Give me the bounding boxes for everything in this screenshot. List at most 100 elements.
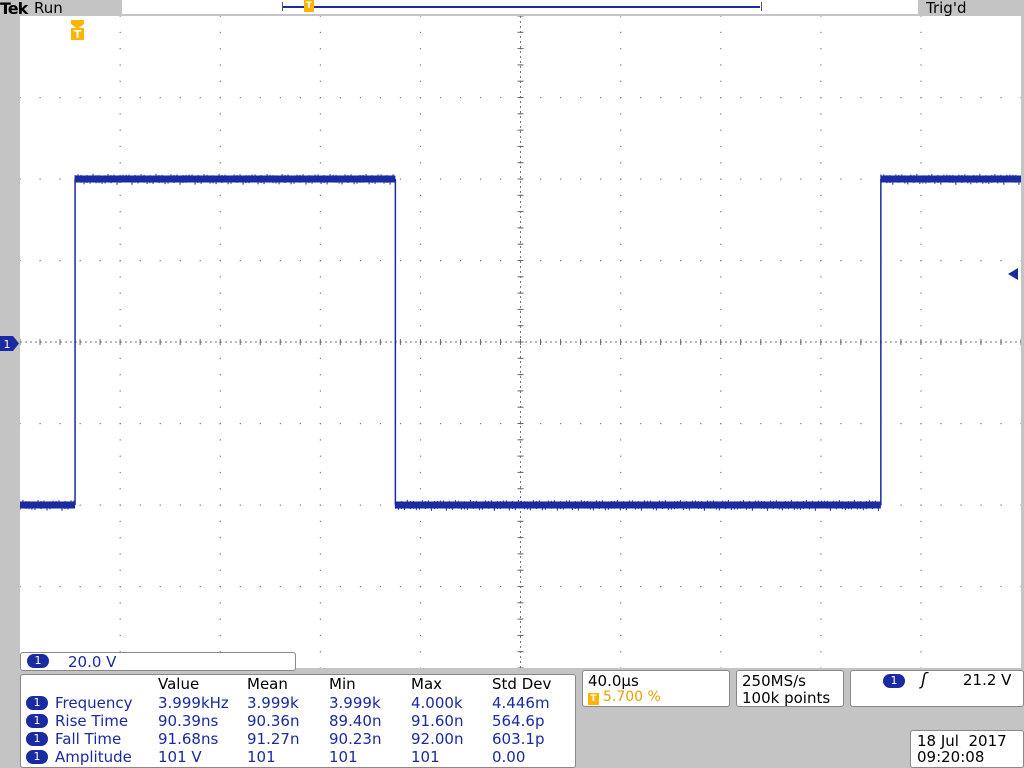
grid-dot [920,553,922,555]
measurement-row-amplitude[interactable]: 1 Amplitude 101 V 101 101 101 0.00 [21,748,577,766]
grid-dot [680,423,682,425]
grid-dot [720,488,722,490]
grid-dot [820,667,822,668]
grid-dot [399,178,402,180]
grid-dot [940,504,942,506]
grid-dot [820,243,822,245]
grid-dot [119,243,121,245]
grid-dot [119,488,121,490]
grid-dot [479,423,482,425]
grid-dot [920,31,922,33]
grid-dot [620,292,622,294]
grid-dot [920,357,922,359]
ground-icon-number: 1 [4,338,11,351]
grid-dot [820,374,822,376]
measurement-row-frequency[interactable]: 1 Frequency 3.999kHz 3.999k 3.999k 4.000… [21,694,577,712]
grid-dot [219,145,221,148]
grid-dot [640,260,642,262]
grid-dot [319,48,321,50]
grid-dot [820,178,822,180]
grid-dot [219,292,221,294]
grid-dot [920,64,922,66]
grid-dot [1020,504,1021,506]
measurement-value: 90.39ns [158,712,219,730]
grid-dot [580,97,582,99]
grid-dot [720,667,722,668]
grid-dot [459,423,462,425]
grid-dot [179,97,181,99]
grid-dot [900,586,902,588]
grid-dot [620,260,622,262]
grid-dot [319,194,321,196]
grid-dot [720,357,722,359]
grid-dot [59,423,61,425]
grid-dot [680,178,682,180]
grid-dot [499,586,502,588]
trigger-position-small-icon: T [588,693,599,705]
trigger-readout[interactable]: 1 ʃ 21.2 V [850,670,1024,707]
measurement-row-rise-time[interactable]: 1 Rise Time 90.39ns 90.36n 89.40n 91.60n… [21,712,577,730]
grid-dot [119,64,121,66]
trigger-position-icon[interactable]: T [70,20,85,40]
grid-dot [159,586,161,588]
grid-dot [920,667,922,668]
grid-dot [680,586,682,588]
grid-dot [620,64,622,66]
measurement-name: Fall Time [55,730,122,748]
grid-dot [139,97,141,99]
trigger-level-arrow-icon[interactable] [1008,268,1020,280]
measurement-max: 92.00n [411,730,464,748]
grid-dot [419,471,422,474]
grid-dot [319,634,321,637]
grid-dot [119,129,121,131]
grid-dot [419,553,422,555]
grid-dot [319,569,321,571]
measurement-value: 3.999kHz [158,694,229,712]
horizontal-readout[interactable]: 40.0µs T 5.700 % [582,670,730,707]
grid-dot [620,455,622,457]
grid-dot [59,260,61,262]
grid-dot [319,292,321,294]
grid-dot [219,227,221,229]
grid-dot [319,651,321,653]
grid-dot [620,651,622,653]
grid-dot [960,586,962,588]
measurement-min: 3.999k [329,694,381,712]
ch1-badge-icon: 1 [26,732,48,746]
grid-dot [880,586,882,588]
grid-dot [940,586,942,588]
grid-dot [620,194,622,196]
horizontal-scale: 40.0µs [588,672,639,690]
grid-dot [319,553,321,555]
grid-dot [720,520,722,522]
grid-dot [179,504,181,506]
measurement-row-fall-time[interactable]: 1 Fall Time 91.68ns 91.27n 90.23n 92.00n… [21,730,577,748]
ch1-ground-marker-icon[interactable]: 1 [0,336,19,351]
grid-dot [920,276,922,278]
grid-dot [299,586,301,588]
grid-dot [720,602,722,604]
grid-dot [319,390,321,392]
grid-dot [620,471,622,474]
grid-dot [820,97,822,99]
grid-dot [720,308,722,311]
grid-dot [419,390,422,392]
ch1-scale-readout[interactable]: 1 20.0 V [20,652,296,671]
grid-dot [259,97,261,99]
grid-dot [760,586,762,588]
grid-dot [99,504,101,506]
grid-dot [820,64,822,66]
acquisition-readout[interactable]: 250MS/s 100k points [736,670,844,707]
ch1-badge-icon: 1 [26,714,48,728]
measurement-mean: 3.999k [247,694,299,712]
grid-dot [259,260,261,262]
grid-dot [439,423,442,425]
grid-dot [860,178,862,180]
grid-dot [419,178,422,180]
measurement-min: 90.23n [329,730,382,748]
grid-dot [700,178,702,180]
grid-dot [620,634,622,637]
grid-dot [319,227,321,229]
measurement-std-dev: 4.446m [492,694,550,712]
grid-dot [820,651,822,653]
